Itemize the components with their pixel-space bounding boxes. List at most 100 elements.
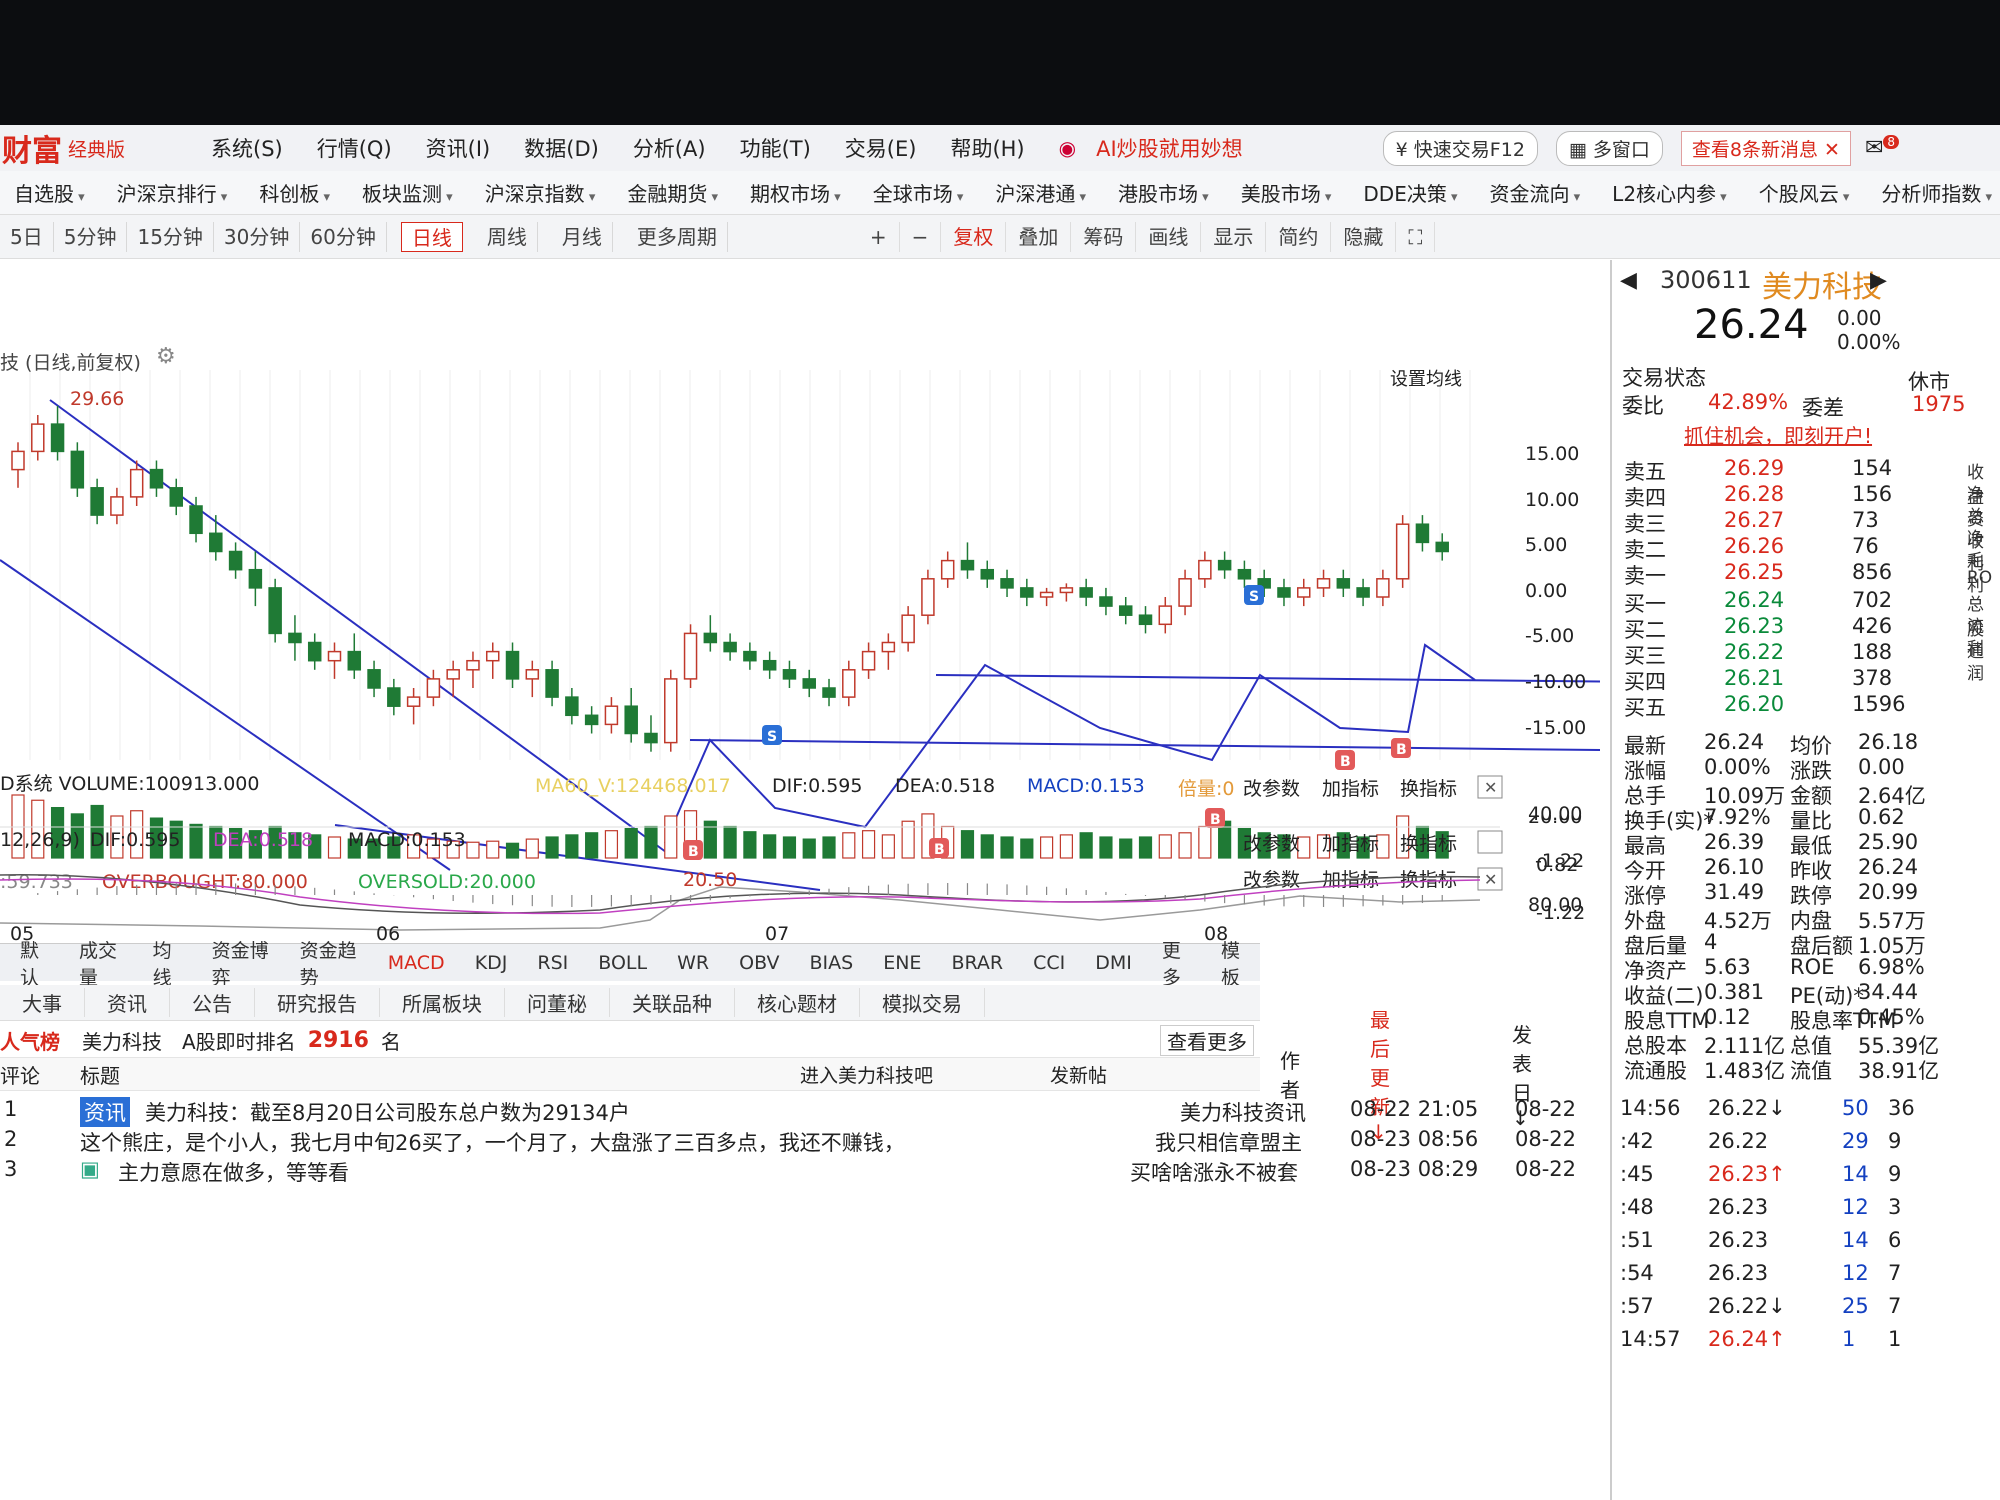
adjust-button[interactable]: 复权 [941,221,1007,252]
itab-obv[interactable]: OBV [739,952,779,974]
candle-body [387,687,401,707]
stat-value: 6.98% [1858,955,1925,979]
mkt-connect[interactable]: 沪深港通 [995,178,1086,207]
itab-default[interactable]: 默认 [20,936,49,990]
mkt-ranking[interactable]: 沪深京排行 [117,178,228,207]
itab-wr[interactable]: WR [677,952,709,974]
menu-analysis[interactable]: 分析(A) [633,133,706,163]
period-30min[interactable]: 30分钟 [214,221,301,252]
post-row[interactable]: 2 这个熊庄，是个小人，我七月中旬26买了，一个月了，大盘涨了三百多点，我还不赚… [0,1125,1600,1155]
itab-dmi[interactable]: DMI [1095,952,1132,974]
edit-params-button[interactable]: 改参数 [1243,778,1300,800]
post-row[interactable]: 1 资讯 美力科技：截至8月20日公司股东总户数为29134户 美力科技资讯 0… [0,1095,1600,1127]
ntab-theme[interactable]: 核心题材 [735,988,860,1017]
itab-more[interactable]: 更多 [1162,936,1191,990]
swap-indicator-button[interactable]: 换指标 [1400,778,1457,800]
mkt-flow[interactable]: 资金流向 [1490,178,1581,207]
ntab-related[interactable]: 关联品种 [610,988,735,1017]
itab-game[interactable]: 资金博弈 [212,936,270,990]
menu-system[interactable]: 系统(S) [211,133,283,163]
post-title[interactable]: 美力科技：截至8月20日公司股东总户数为29134户 [145,1097,630,1127]
itab-bias[interactable]: BIAS [810,952,854,974]
display-button[interactable]: 显示 [1201,221,1267,252]
period-60min[interactable]: 60分钟 [300,221,387,252]
new-post-button[interactable]: 发新帖 [1050,1061,1107,1088]
candle-body [1316,578,1331,589]
menu-trade[interactable]: 交易(E) [845,133,917,163]
period-15min[interactable]: 15分钟 [127,221,214,252]
mkt-futures[interactable]: 金融期货 [627,178,718,207]
zoom-out-button[interactable]: − [900,221,942,252]
next-stock-icon[interactable]: ▶ [1870,268,1887,293]
edit-params-button[interactable]: 改参数 [1243,833,1300,855]
itab-ene[interactable]: ENE [883,952,921,974]
period-5min[interactable]: 5分钟 [54,221,128,252]
ntab-notice[interactable]: 公告 [170,988,255,1017]
hide-button[interactable]: 隐藏 [1331,221,1397,252]
chips-button[interactable]: 筹码 [1071,221,1137,252]
ntab-sim[interactable]: 模拟交易 [860,988,985,1017]
quick-trade-button[interactable]: ¥ 快速交易F12 [1382,130,1538,166]
prev-stock-icon[interactable]: ◀ [1620,268,1637,293]
mkt-us[interactable]: 美股市场 [1241,178,1332,207]
close-panel-icon[interactable] [1477,830,1503,854]
itab-cci[interactable]: CCI [1033,952,1065,974]
add-indicator-button[interactable]: 加指标 [1322,833,1379,855]
zoom-in-button[interactable]: + [858,221,900,252]
ai-promo-link[interactable]: AI炒股就用妙想 [1096,133,1243,163]
post-row[interactable]: 3 ▣ 主力意愿在做多，等等看 买啥啥涨永不被套 08-23 08:29 08-… [0,1155,1600,1185]
post-title[interactable]: 这个熊庄，是个小人，我七月中旬26买了，一个月了，大盘涨了三百多点，我还不赚钱， [80,1127,905,1157]
mkt-global[interactable]: 全球市场 [873,178,964,207]
itab-template[interactable]: 模板 [1221,936,1250,990]
see-more-button[interactable]: 查看更多 [1160,1024,1254,1056]
mkt-star[interactable]: 科创板 [259,178,330,207]
period-more[interactable]: 更多周期 [627,221,728,252]
mkt-options[interactable]: 期权市场 [750,178,841,207]
mkt-index[interactable]: 沪深京指数 [485,178,596,207]
fullscreen-icon[interactable]: ⛶ [1396,221,1436,252]
period-weekly[interactable]: 周线 [477,221,538,252]
enter-forum-button[interactable]: 进入美力科技吧 [800,1061,933,1088]
mkt-watchlist[interactable]: 自选股 [14,178,85,207]
mkt-hk[interactable]: 港股市场 [1118,178,1209,207]
itab-kdj[interactable]: KDJ [475,952,508,974]
itab-boll[interactable]: BOLL [598,952,647,974]
itab-rsi[interactable]: RSI [537,952,568,974]
menu-info[interactable]: 资讯(I) [426,133,491,163]
mkt-sector[interactable]: 板块监测 [362,178,453,207]
set-ma-button[interactable]: 设置均线 [1390,369,1462,390]
menu-quotes[interactable]: 行情(Q) [317,133,392,163]
open-account-link[interactable]: 抓住机会，即刻开户! [1684,420,1872,449]
ntab-events[interactable]: 大事 [0,988,85,1017]
ntab-sector[interactable]: 所属板块 [380,988,505,1017]
itab-ma[interactable]: 均线 [153,936,182,990]
draw-button[interactable]: 画线 [1136,221,1202,252]
mkt-analyst[interactable]: 分析师指数 [1881,178,1992,207]
itab-volume[interactable]: 成交量 [79,936,123,990]
post-title[interactable]: 主力意愿在做多，等等看 [118,1157,349,1187]
ntab-news[interactable]: 资讯 [85,988,170,1017]
period-daily[interactable]: 日线 [400,221,463,252]
swap-indicator-button[interactable]: 换指标 [1400,833,1457,855]
multi-window-button[interactable]: ▦ 多窗口 [1555,130,1663,166]
menu-function[interactable]: 功能(T) [740,133,811,163]
add-indicator-button[interactable]: 加指标 [1322,778,1379,800]
mkt-l2[interactable]: L2核心内参 [1612,178,1727,207]
menu-data[interactable]: 数据(D) [524,133,599,163]
period-monthly[interactable]: 月线 [552,221,613,252]
period-5day[interactable]: 5日 [0,221,54,252]
itab-brar[interactable]: BRAR [951,952,1003,974]
menu-help[interactable]: 帮助(H) [950,133,1024,163]
candle-body [169,487,183,507]
itab-macd[interactable]: MACD [388,952,445,974]
mkt-stock[interactable]: 个股风云 [1759,178,1850,207]
ntab-ask[interactable]: 问董秘 [505,988,610,1017]
ntab-research[interactable]: 研究报告 [255,988,380,1017]
simple-button[interactable]: 简约 [1266,221,1332,252]
news-button[interactable]: 查看8条新消息 ✕ [1680,130,1851,166]
mkt-dde[interactable]: DDE决策 [1363,178,1457,207]
overlay-button[interactable]: 叠加 [1006,221,1072,252]
mail-icon[interactable]: ✉ 8 [1865,135,1900,161]
gear-icon[interactable]: ⚙ [156,344,176,369]
itab-trend[interactable]: 资金趋势 [300,936,358,990]
